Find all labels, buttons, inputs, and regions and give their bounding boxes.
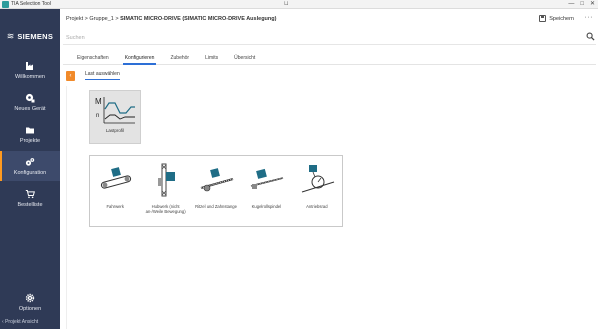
save-button[interactable]: Speichern [539,15,574,22]
mechanism-label: Fahrwerk [106,204,124,209]
sidebar-item-label: Projekte [19,137,41,144]
cart-icon [25,189,35,198]
mechanism-fahrwerk[interactable]: Fahrwerk [90,156,140,226]
save-label: Speichern [549,15,574,22]
subtab-last-auswaehlen[interactable]: Last auswählen [85,71,120,80]
search-input[interactable] [66,33,546,42]
gears-icon [25,157,35,166]
maximize-button[interactable]: □ [580,0,584,8]
tab-zubehoer[interactable]: Zubehör [162,53,197,64]
tab-bar: Eigenschaften Konfigurieren Zubehör Limi… [63,53,596,65]
axis-letter-m: M [95,97,102,106]
gear-icon [25,293,35,302]
load-profile-card[interactable]: M n Lastprofil [89,90,141,144]
save-icon [539,15,547,22]
sidebar-item-label: Konfiguration [13,169,47,176]
sidebar-item-label: Optionen [18,305,42,312]
sidebar-item-label: Neues Gerät [14,105,46,112]
sidebar-item-willkommen[interactable]: Willkommen [0,55,60,85]
sidebar: ≋ SIEMENS Willkommen Neues Gerät Projekt… [0,9,60,329]
action-row: ‹ Last auswählen [63,69,596,83]
sidebar-item-label: Bestelliste [17,201,43,208]
folder-icon [26,127,34,133]
search-icon[interactable] [586,32,595,41]
mechanism-antriebsrad[interactable]: Antriebsrad [292,156,342,226]
project-view-link[interactable]: ‹ Projekt Ansicht [2,319,38,325]
titlebar-center-icon: ⊔ [284,1,289,7]
window-controls: — □ ✕ [568,0,595,8]
chevron-left-icon: ‹ [69,73,72,79]
mechanism-kugelrollspindel[interactable]: Kugelrollspindel [241,156,291,226]
mechanism-group: Fahrwerk Hubwerk (nicht an-/Weile Bewegu… [89,155,343,227]
tab-limits[interactable]: Limits [197,53,226,64]
mechanism-label: Antriebsrad [306,204,328,209]
collapse-button[interactable]: ‹ [66,71,75,81]
more-options-button[interactable]: ··· [585,14,594,21]
drive-wheel-icon [301,165,334,193]
sidebar-item-bestelliste[interactable]: Bestelliste [0,183,60,213]
breadcrumb-path[interactable]: Projekt > Gruppe_1 > [66,16,120,22]
mechanism-label: Kugelrollspindel [251,204,282,209]
card-label: Lastprofil [105,128,125,133]
ballscrew-icon [251,168,284,189]
rack-pinion-icon [200,168,234,192]
hoist-icon [158,163,176,197]
tab-konfigurieren[interactable]: Konfigurieren [117,53,163,65]
brand-name: SIEMENS [17,31,54,41]
sidebar-item-optionen[interactable]: Optionen [0,289,60,315]
app-icon [2,1,9,8]
logo-mark-icon: ≋ [6,30,15,41]
new-device-icon [25,93,35,102]
tab-uebersicht[interactable]: Übersicht [226,53,263,64]
project-view-label: Projekt Ansicht [5,319,39,325]
sidebar-item-projekte[interactable]: Projekte [0,119,60,149]
sidebar-item-label: Willkommen [15,73,45,80]
siemens-logo: ≋ SIEMENS [0,29,60,43]
window-title: TIA Selection Tool [11,1,51,7]
sidebar-item-neues-geraet[interactable]: Neues Gerät [0,87,60,117]
sidebar-item-konfiguration[interactable]: Konfiguration [0,151,60,181]
load-profile-icon: M n [95,97,135,124]
breadcrumb: Projekt > Gruppe_1 > SIMATIC MICRO-DRIVE… [66,16,276,22]
search-bar [63,29,596,45]
mechanism-label: Hubwerk (nicht an-/Weile Bewegung) [145,204,186,214]
mechanism-hubwerk[interactable]: Hubwerk (nicht an-/Weile Bewegung) [140,156,190,226]
factory-icon [26,61,33,70]
tab-eigenschaften[interactable]: Eigenschaften [69,53,117,64]
axis-letter-n: n [96,113,99,119]
breadcrumb-current: SIMATIC MICRO-DRIVE (SIMATIC MICRO-DRIVE… [120,16,277,22]
minimize-button[interactable]: — [568,0,574,8]
mechanism-label: Ritzel und Zahnstange [195,204,237,209]
close-button[interactable]: ✕ [590,0,595,8]
window-titlebar: TIA Selection Tool ⊔ — □ ✕ [0,0,598,9]
mechanism-ritzel-zahnstange[interactable]: Ritzel und Zahnstange [191,156,241,226]
conveyor-icon [100,167,132,189]
